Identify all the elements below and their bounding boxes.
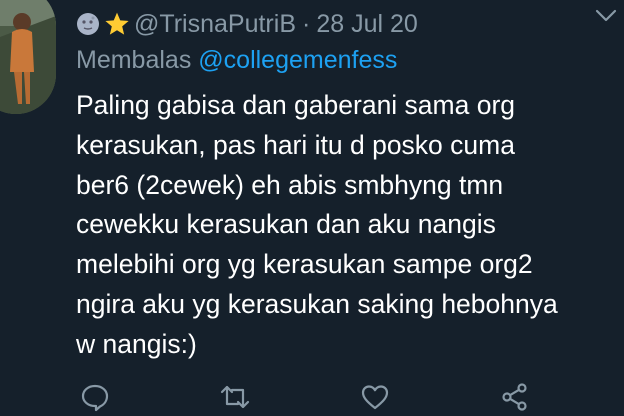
reply-context: Membalas @collegemenfess bbox=[76, 46, 397, 75]
comment-icon bbox=[81, 384, 109, 412]
reply-prefix: Membalas bbox=[76, 46, 192, 74]
tweet-text-line: w nangis:) bbox=[76, 328, 197, 359]
byline-separator: · bbox=[302, 9, 311, 38]
tweet-byline: @TrisnaPutriB · 28 Jul 20 bbox=[134, 10, 418, 39]
tweet-text-line: Paling gabisa dan gaberani sama org bbox=[76, 90, 516, 120]
share-button[interactable] bbox=[498, 380, 532, 414]
tweet-header: @TrisnaPutriB · 28 Jul 20 bbox=[76, 8, 604, 40]
tweet-date[interactable]: 28 Jul 20 bbox=[316, 10, 417, 39]
reply-button[interactable] bbox=[78, 380, 112, 414]
avatar-photo bbox=[0, 0, 56, 114]
author-handle[interactable]: @TrisnaPutriB bbox=[134, 10, 296, 39]
tweet-text-line: ber6 (2cewek) eh abis smbhyng tmn bbox=[76, 169, 504, 200]
tweet-text-line: cewekku kerasukan dan aku nangis bbox=[76, 209, 496, 240]
tweet-text-line: ngira aku yg kerasukan saking hebohnya bbox=[76, 288, 558, 319]
share-icon bbox=[502, 383, 527, 411]
retweet-button[interactable] bbox=[218, 380, 252, 414]
like-button[interactable] bbox=[358, 380, 392, 414]
tweet-actions bbox=[76, 380, 556, 416]
retweet-icon bbox=[220, 385, 250, 409]
reply-mention-link[interactable]: @collegemenfess bbox=[198, 46, 397, 74]
chevron-down-icon[interactable] bbox=[592, 4, 620, 28]
star-emoji bbox=[104, 11, 130, 37]
tweet-text-line: melebihi org yg kerasukan sampe org2 bbox=[76, 249, 533, 280]
moon-face-emoji bbox=[76, 12, 100, 36]
heart-icon bbox=[361, 385, 389, 410]
tweet-text: Paling gabisa dan gaberani sama org kera… bbox=[76, 86, 616, 365]
avatar[interactable] bbox=[0, 0, 56, 114]
tweet-text-line: kerasukan, pas hari itu d posko cuma bbox=[76, 129, 515, 160]
